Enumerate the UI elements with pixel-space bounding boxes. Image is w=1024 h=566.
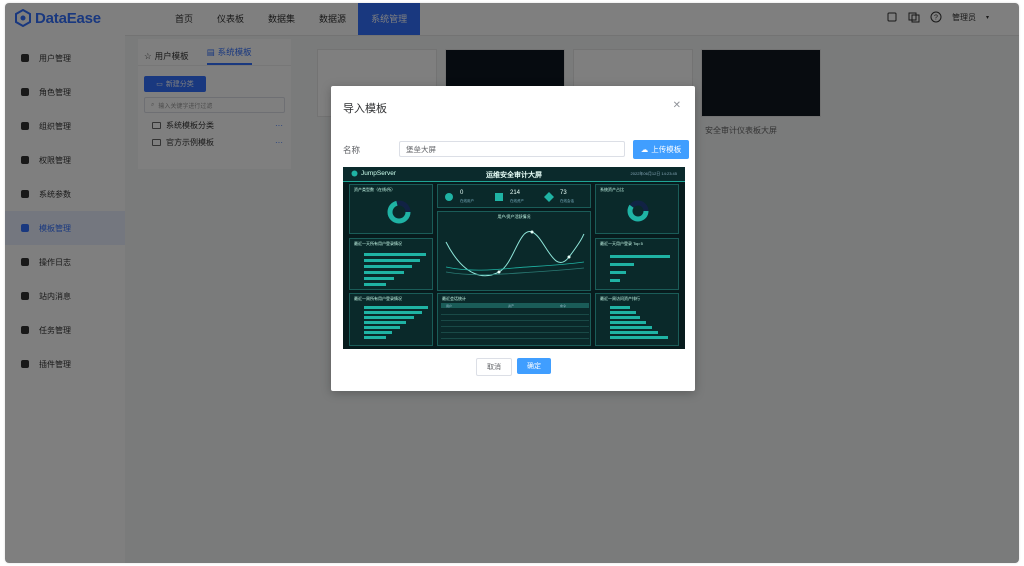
close-icon[interactable]: ✕	[673, 100, 681, 111]
table-header: 命令	[560, 303, 567, 308]
preview-time: 2022年06月12日 14:23:45	[630, 171, 677, 176]
preview-panel-title: 最近一天用户登录 Top 5	[600, 241, 643, 246]
preview-stat-panel: 0 在线用户 214 在线资产 73 在线会话	[437, 184, 591, 208]
template-preview-image: JumpServer 运维安全审计大屏 2022年06月12日 14:23:45…	[343, 167, 685, 349]
confirm-button[interactable]: 确定	[517, 358, 551, 374]
stat-value: 214	[510, 190, 521, 196]
preview-panel-title: 系统资产占比	[600, 187, 624, 192]
stat-label: 在线资产	[510, 199, 524, 203]
stat-label: 在线用户	[460, 199, 474, 203]
preview-panel-title: 用户/资产活跃情况	[497, 214, 531, 219]
template-name-input[interactable]	[399, 141, 625, 157]
stat-label: 在线会话	[560, 199, 574, 203]
preview-panel-title: 最近一周访问资产排行	[600, 296, 640, 301]
preview-panel: 系统资产占比	[595, 184, 679, 234]
preview-line-panel: 用户/资产活跃情况	[437, 211, 591, 291]
preview-panel: 最近一周所有用户登录情况	[349, 293, 433, 346]
preview-line-chart	[445, 230, 585, 277]
dialog-title: 导入模板	[343, 103, 387, 115]
preview-panel: 最近一周访问资产排行	[595, 293, 679, 346]
table-header: 用户	[446, 303, 453, 308]
preview-table-panel: 最近会话统计 用户 资产 命令	[437, 293, 591, 346]
preview-panel-title: 最近会话统计	[442, 296, 466, 301]
asset-icon	[495, 193, 503, 201]
preview-header: JumpServer 运维安全审计大屏 2022年06月12日 14:23:45	[343, 167, 685, 182]
name-label: 名称	[343, 145, 361, 155]
preview-panel-title: 最近一周所有用户登录情况	[354, 296, 402, 301]
stat-value: 73	[560, 190, 567, 196]
preview-panel: 最近一天用户登录 Top 5	[595, 238, 679, 290]
preview-panel: 最近一天所有用户登录情况	[349, 238, 433, 290]
app-window: DataEase 首页 仪表板 数据集 数据源 系统管理 ? 管理员 ▾ 用户管…	[5, 3, 1019, 563]
preview-panel: 资产类型数（在线/所）	[349, 184, 433, 234]
preview-panel-title: 最近一天所有用户登录情况	[354, 241, 402, 246]
button-label: 上传模板	[651, 145, 682, 154]
cloud-upload-icon: ☁	[640, 145, 649, 154]
stat-value: 0	[460, 190, 464, 196]
session-icon	[544, 192, 554, 202]
donut-chart	[627, 200, 649, 222]
preview-panel-title: 资产类型数（在线/所）	[354, 187, 396, 192]
table-header: 资产	[508, 303, 515, 308]
donut-chart	[387, 200, 411, 224]
upload-template-button[interactable]: ☁ 上传模板	[633, 140, 689, 159]
users-icon	[445, 193, 453, 201]
import-template-dialog: 导入模板 ✕ 名称 ☁ 上传模板 JumpServer 运维安全审计大屏 202…	[331, 86, 695, 391]
cancel-button[interactable]: 取消	[476, 358, 512, 376]
